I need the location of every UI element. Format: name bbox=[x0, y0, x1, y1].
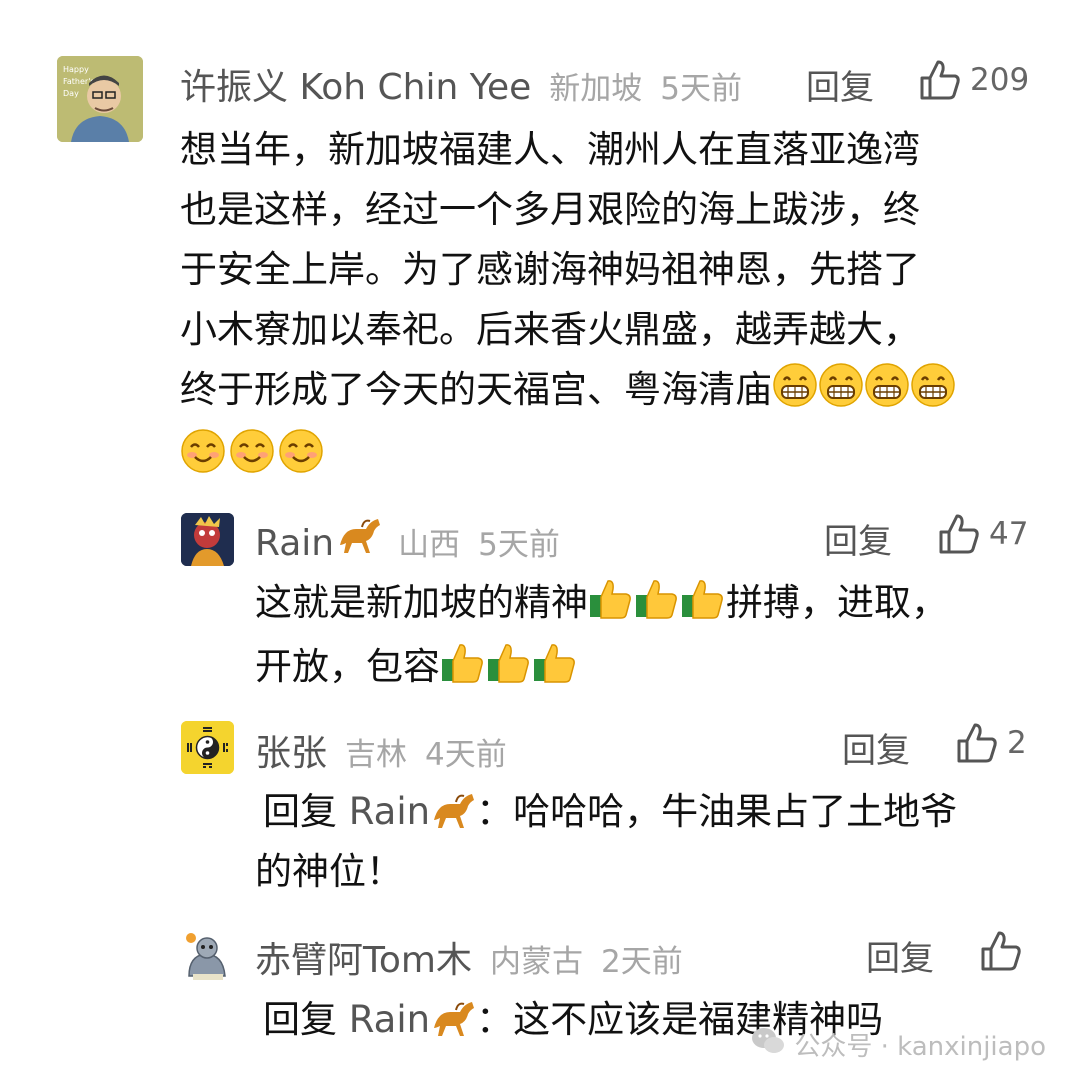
grin-icon bbox=[910, 362, 956, 426]
thumbs-up-icon bbox=[918, 58, 962, 102]
thumbs-up-emoji-icon bbox=[588, 577, 634, 638]
like-button[interactable] bbox=[979, 929, 1031, 973]
comment-line-text: 拼搏，进取， bbox=[726, 581, 948, 624]
comment-line: 也是这样，经过一个多月艰险的海上跋涉，终 bbox=[180, 188, 920, 231]
thumbs-up-emoji-icon bbox=[532, 641, 578, 702]
smile-icon bbox=[229, 428, 275, 492]
avatar[interactable] bbox=[181, 513, 234, 566]
reply-button[interactable]: 回复 bbox=[806, 60, 874, 109]
thumbs-up-icon bbox=[937, 512, 981, 556]
smile-icon bbox=[180, 428, 226, 492]
thumbs-up-emoji-icon bbox=[440, 641, 486, 702]
timestamp: 2天前 bbox=[600, 944, 683, 980]
location: 山西 bbox=[398, 527, 461, 563]
smile-icon bbox=[278, 428, 324, 492]
like-count: 2 bbox=[1007, 725, 1027, 761]
thumbs-up-emoji-icon bbox=[634, 577, 680, 638]
comment-line: 小木寮加以奉祀。后来香火鼎盛，越弄越大， bbox=[180, 308, 920, 351]
timestamp: 5天前 bbox=[660, 71, 742, 107]
comment-line: 想当年，新加坡福建人、潮州人在直落亚逸湾 bbox=[180, 128, 920, 171]
watermark-text: 公众号 · kanxinjiapo bbox=[794, 1032, 1046, 1062]
timestamp: 4天前 bbox=[425, 737, 507, 773]
avatar-cartoon-icon bbox=[181, 930, 234, 983]
horse-icon bbox=[336, 515, 382, 564]
comment-body: 回复 Rain ：哈哈哈，牛油果占了土地爷 的神位！ bbox=[255, 782, 1063, 902]
reply-button[interactable]: 回复 bbox=[824, 514, 892, 563]
author-name[interactable]: 赤臂阿Tom木 bbox=[255, 931, 472, 983]
avatar-character-icon bbox=[181, 513, 234, 566]
avatar[interactable]: Happy Father's Day bbox=[57, 56, 143, 142]
thumbs-up-icon bbox=[979, 929, 1023, 973]
comment-line: 终于形成了今天的天福宫、粤海清庙 bbox=[180, 360, 1060, 426]
avatar[interactable] bbox=[181, 721, 234, 774]
like-button[interactable]: 2 bbox=[955, 721, 1027, 765]
comment-line: 于安全上岸。为了感谢海神妈祖神恩，先搭了 bbox=[180, 248, 920, 291]
reply-button[interactable]: 回复 bbox=[842, 723, 910, 772]
comment-1: Happy Father's Day 许振义 Koh Chin Yee 新加坡 … bbox=[0, 0, 1080, 480]
reply-prefix: 回复 bbox=[263, 790, 337, 833]
reply-button[interactable]: 回复 bbox=[866, 931, 934, 980]
comment-body: 这就是新加坡的精神 拼搏，进取， 开放，包容 bbox=[255, 574, 1055, 702]
watermark: 公众号 · kanxinjiapo bbox=[750, 1026, 1046, 1063]
grin-icon bbox=[864, 362, 910, 426]
comment-line-text: 终于形成了今天的天福宫、粤海清庙 bbox=[180, 368, 772, 411]
author-name[interactable]: Rain bbox=[255, 523, 334, 564]
thumbs-up-emoji-icon bbox=[680, 577, 726, 638]
avatar-portrait-icon: Happy Father's Day bbox=[57, 56, 143, 142]
comment-line-emojis bbox=[180, 426, 1060, 492]
wechat-icon bbox=[750, 1026, 786, 1063]
like-count: 47 bbox=[989, 516, 1029, 552]
comment-line: 这就是新加坡的精神 拼搏，进取， bbox=[255, 574, 1055, 638]
comment-meta: Rain 山西 5天前 bbox=[255, 515, 560, 564]
svg-text:Happy: Happy bbox=[63, 65, 89, 74]
reply-prefix: 回复 bbox=[263, 998, 337, 1041]
author-name[interactable]: 张张 bbox=[255, 724, 327, 776]
comment-meta: 张张 吉林 4天前 bbox=[255, 724, 507, 776]
horse-icon bbox=[430, 998, 476, 1041]
author-name[interactable]: 许振义 Koh Chin Yee bbox=[180, 58, 531, 110]
comment-meta: 赤臂阿Tom木 内蒙古 2天前 bbox=[255, 931, 683, 983]
grin-icon bbox=[772, 362, 818, 426]
comment-line: 回复 Rain ：哈哈哈，牛油果占了土地爷 bbox=[263, 782, 1063, 842]
thumbs-up-icon bbox=[955, 721, 999, 765]
location: 吉林 bbox=[345, 737, 408, 773]
comment-line-text: 这就是新加坡的精神 bbox=[255, 581, 588, 624]
reply-target-name[interactable]: Rain bbox=[349, 998, 430, 1041]
thumbs-up-emoji-icon bbox=[486, 641, 532, 702]
comment-line: 的神位！ bbox=[255, 850, 403, 893]
location: 新加坡 bbox=[549, 71, 643, 107]
reply-target-name[interactable]: Rain bbox=[349, 790, 430, 833]
avatar[interactable] bbox=[181, 930, 234, 983]
comment-line: 开放，包容 bbox=[255, 638, 1055, 702]
svg-text:Day: Day bbox=[63, 89, 79, 98]
like-button[interactable]: 209 bbox=[918, 58, 1029, 102]
like-count: 209 bbox=[970, 62, 1030, 98]
comment-body: 想当年，新加坡福建人、潮州人在直落亚逸湾 也是这样，经过一个多月艰险的海上跋涉，… bbox=[180, 120, 1060, 492]
horse-icon bbox=[430, 790, 476, 833]
comment-line-text: 开放，包容 bbox=[255, 645, 440, 688]
comment-meta: 许振义 Koh Chin Yee 新加坡 5天前 bbox=[180, 58, 742, 110]
grin-icon bbox=[818, 362, 864, 426]
timestamp: 5天前 bbox=[478, 527, 560, 563]
like-button[interactable]: 47 bbox=[937, 512, 1028, 556]
comment-line-text: ：哈哈哈，牛油果占了土地爷 bbox=[476, 790, 958, 833]
location: 内蒙古 bbox=[489, 944, 583, 980]
yin-yang-icon bbox=[181, 721, 234, 774]
